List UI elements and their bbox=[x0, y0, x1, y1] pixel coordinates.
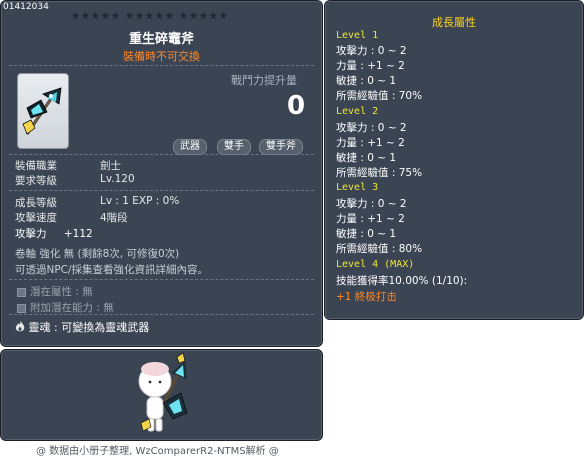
divider bbox=[9, 65, 314, 66]
additional-potential-value: 無 bbox=[103, 302, 114, 314]
upgrade-line: 卷軸 強化 無 (剩餘8次, 可修復0次) bbox=[15, 248, 180, 260]
level-2-exp: 所需經驗值 : 75% bbox=[336, 167, 423, 179]
level-3-str: 力量 : +1 ~ 2 bbox=[336, 213, 405, 225]
growth-level-label: 成長等級 bbox=[15, 197, 57, 209]
character-preview-panel bbox=[0, 349, 323, 441]
power-increase-label: 戰鬥力提升量 bbox=[231, 74, 297, 87]
job-row: 裝備職業 劍士 bbox=[15, 158, 121, 173]
level-4-label: Level 4 (MAX) bbox=[336, 259, 415, 270]
trade-note: 裝備時不可交換 bbox=[123, 50, 200, 63]
item-tooltip-panel: 01412034 ★★★★★ ★★★★★ ★★★★★ 重生碎竈斧 裝備時不可交換… bbox=[0, 0, 323, 347]
growth-title: 成長屬性 bbox=[432, 16, 476, 29]
character-preview bbox=[138, 353, 188, 432]
growth-level-row: 成長等級 Lv : 1 EXP : 0% bbox=[15, 195, 179, 210]
level-3-dex: 敏捷 : 0 ~ 1 bbox=[336, 228, 397, 240]
enhance-note: 可透過NPC/採集查看強化資訊詳細內容。 bbox=[15, 264, 209, 276]
level-1-exp: 所需經驗值 : 70% bbox=[336, 90, 423, 102]
divider bbox=[9, 279, 314, 280]
level-1-attack: 攻擊力 : 0 ~ 2 bbox=[336, 45, 407, 57]
growth-attributes-panel: 成長屬性 Level 1 攻擊力 : 0 ~ 2 力量 : +1 ~ 2 敏捷 … bbox=[324, 0, 584, 320]
power-increase-value: 0 bbox=[287, 91, 306, 121]
level-2-dex: 敏捷 : 0 ~ 1 bbox=[336, 152, 397, 164]
level-1-dex: 敏捷 : 0 ~ 1 bbox=[336, 75, 397, 87]
additional-potential-label: 附加潛在能力 bbox=[30, 302, 93, 314]
job-label: 裝備職業 bbox=[15, 160, 57, 172]
req-level-label: 要求等級 bbox=[15, 175, 57, 187]
level-4-skill: +1 終极打击 bbox=[336, 291, 397, 303]
attack-label: 攻擊力 bbox=[15, 228, 47, 240]
level-1-label: Level 1 bbox=[336, 30, 379, 41]
level-2-label: Level 2 bbox=[336, 106, 379, 117]
potential-bullet-icon bbox=[17, 287, 26, 297]
soul-row: 靈魂 : 可變換為靈魂武器 bbox=[15, 319, 149, 335]
attack-speed-value: 4階段 bbox=[100, 212, 128, 224]
attack-value: +112 bbox=[63, 228, 93, 240]
level-1-str: 力量 : +1 ~ 2 bbox=[336, 60, 405, 72]
req-level-row: 要求等級 Lv.120 bbox=[15, 173, 135, 188]
double-axe-icon bbox=[22, 87, 62, 135]
attack-row: 攻擊力 +112 bbox=[15, 226, 93, 241]
level-3-attack: 攻擊力 : 0 ~ 2 bbox=[336, 198, 407, 210]
divider bbox=[9, 314, 314, 315]
divider bbox=[9, 190, 314, 191]
level-3-exp: 所需經驗值 : 80% bbox=[336, 243, 423, 255]
req-level-value: Lv.120 bbox=[100, 173, 135, 185]
item-name: 重生碎竈斧 bbox=[128, 32, 194, 47]
additional-potential-row: 附加潛在能力 : 無 bbox=[17, 300, 114, 315]
attack-speed-row: 攻擊速度 4階段 bbox=[15, 210, 128, 225]
level-2-str: 力量 : +1 ~ 2 bbox=[336, 137, 405, 149]
divider bbox=[9, 154, 314, 155]
growth-level-value: Lv : 1 EXP : 0% bbox=[100, 195, 180, 207]
footer-credit: @ 数据由小册子整理, WzComparerR2-NTMS解析 @ bbox=[36, 446, 279, 457]
potential-value: 無 bbox=[82, 286, 93, 298]
soul-value: 可變換為靈魂武器 bbox=[61, 321, 150, 334]
level-2-attack: 攻擊力 : 0 ~ 2 bbox=[336, 122, 407, 134]
soul-label: 靈魂 bbox=[28, 321, 51, 334]
attack-speed-label: 攻擊速度 bbox=[15, 212, 57, 224]
potential-label: 潛在屬性 bbox=[30, 286, 72, 298]
potential-row: 潛在屬性 : 無 bbox=[17, 284, 93, 299]
tag-weapon: 武器 bbox=[173, 139, 207, 155]
job-value: 劍士 bbox=[100, 160, 121, 172]
star-force-stars: ★★★★★ ★★★★★ ★★★★★ bbox=[71, 11, 229, 22]
item-id: 01412034 bbox=[3, 2, 49, 12]
tag-two-handed-axe: 雙手斧 bbox=[259, 139, 303, 155]
level-4-skill-rate: 技能獲得率10.00% (1/10): bbox=[336, 275, 468, 287]
tag-two-handed: 雙手 bbox=[217, 139, 251, 155]
level-3-label: Level 3 bbox=[336, 182, 379, 193]
weapon-icon-box bbox=[17, 73, 69, 149]
flame-icon bbox=[15, 321, 25, 332]
additional-potential-bullet-icon bbox=[17, 303, 26, 313]
